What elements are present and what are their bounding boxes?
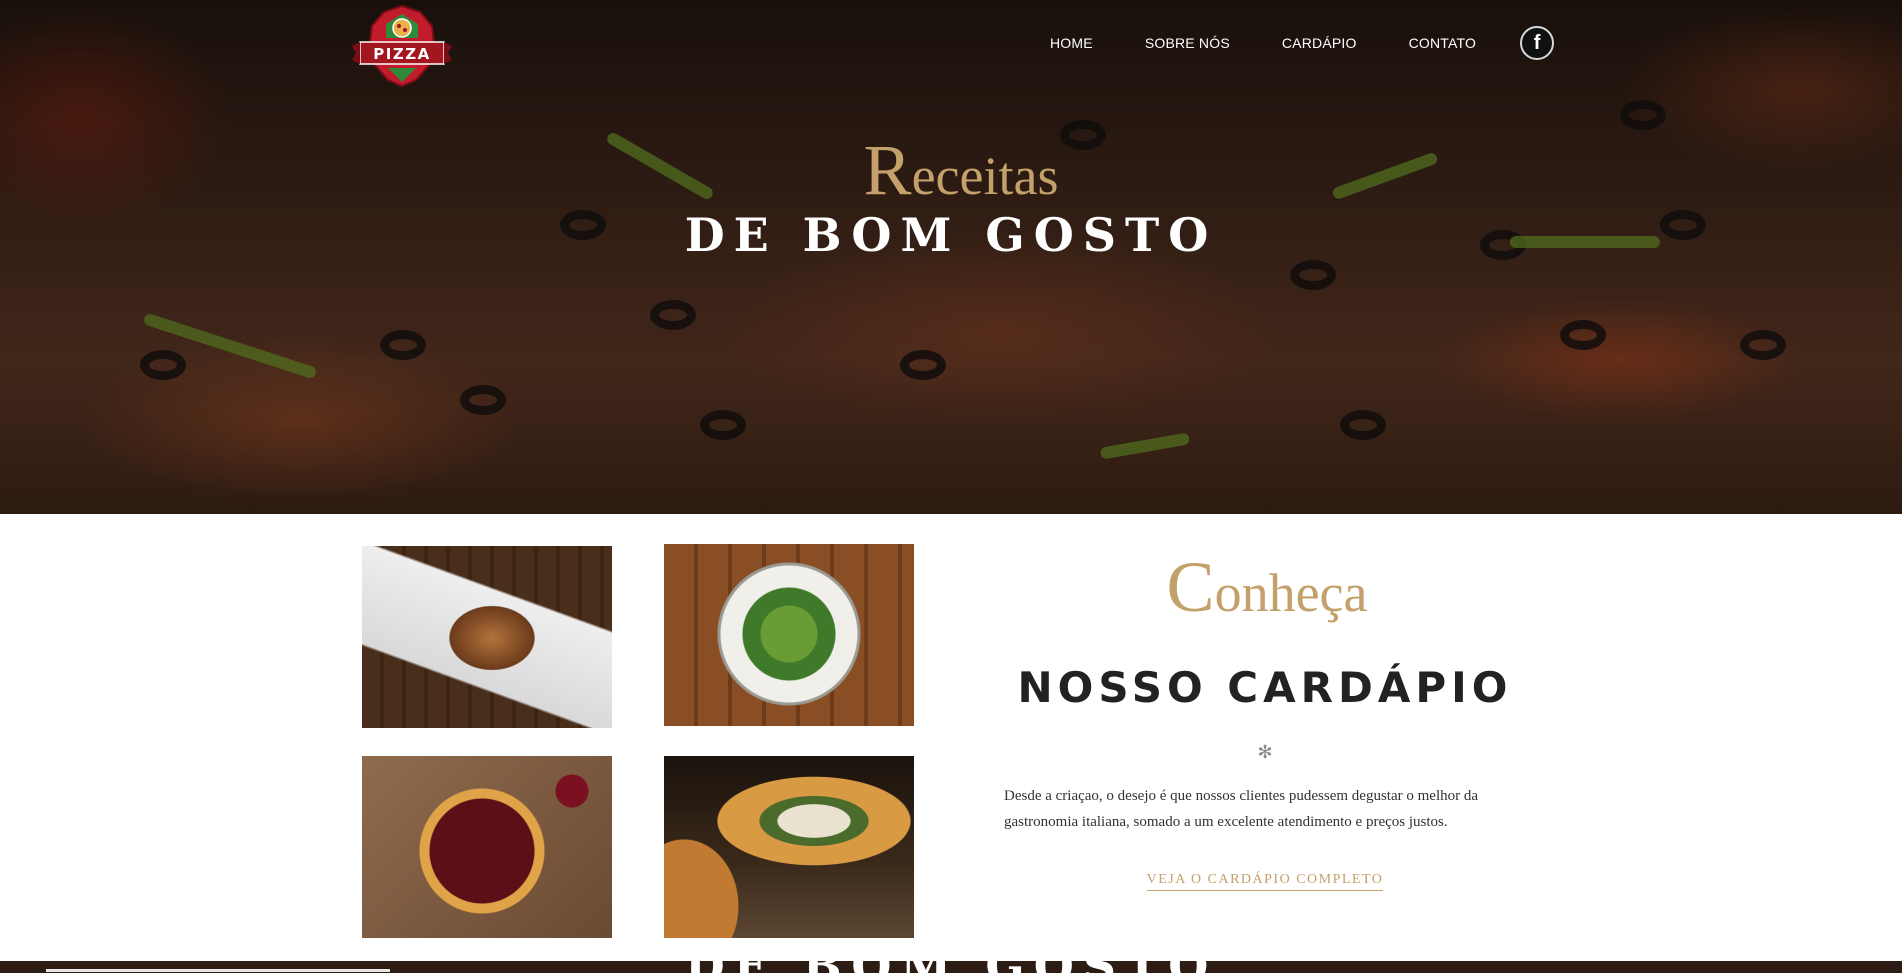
intro-script-cap: C (1166, 547, 1215, 627)
hero-main-title: DE BOM GOSTO (684, 208, 1218, 262)
hero-banner: PIZZA HOME SOBRE NÓS CARDÁPIO CONTATO f … (0, 0, 1902, 514)
main-nav: HOME SOBRE NÓS CARDÁPIO CONTATO f (1050, 26, 1555, 60)
site-header: PIZZA HOME SOBRE NÓS CARDÁPIO CONTATO f (0, 0, 1902, 100)
hero-title: Receitas DE BOM GOSTO (0, 134, 1902, 262)
intro-script-title: Conheça (1004, 551, 1530, 625)
hero-script-cap: R (863, 130, 912, 210)
pizza-photo (362, 756, 612, 938)
full-menu-link[interactable]: VEJA O CARDÁPIO COMPLETO (1146, 872, 1384, 891)
pizza-logo[interactable]: PIZZA (350, 4, 454, 90)
facebook-icon[interactable]: f (1520, 26, 1555, 60)
calzone-photo (664, 756, 914, 938)
nav-cardapio[interactable]: CARDÁPIO (1282, 35, 1357, 51)
nav-contato[interactable]: CONTATO (1409, 35, 1477, 51)
intro-script-rest: onheça (1214, 563, 1368, 623)
salad-photo (664, 544, 914, 726)
dessert-photo (362, 546, 612, 728)
hero-script-rest: eceitas (911, 146, 1059, 206)
svg-text:PIZZA: PIZZA (373, 45, 430, 63)
nav-home[interactable]: HOME (1050, 35, 1093, 51)
menu-intro: Conheça NOSSO CARDÁPIO ✻ Desde a criaçao… (1000, 551, 1530, 891)
intro-description: Desde a criaçao, o desejo é que nossos c… (1004, 788, 1479, 830)
scroll-indicator (46, 969, 390, 972)
ornament-icon: ✻ (1257, 742, 1273, 763)
intro-heading: NOSSO CARDÁPIO (1017, 663, 1513, 712)
nav-sobre-nos[interactable]: SOBRE NÓS (1145, 35, 1230, 51)
hero-script-title: Receitas (0, 134, 1902, 206)
